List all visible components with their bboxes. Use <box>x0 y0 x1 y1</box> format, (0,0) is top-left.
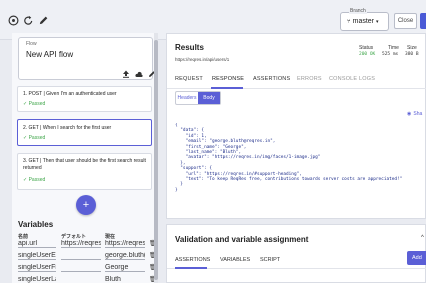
variables-title: Variables <box>18 220 54 229</box>
variable-name[interactable]: api.url <box>18 240 56 248</box>
step-status: ✓ Passed <box>23 177 46 183</box>
variables-header-default: デフォルト <box>61 234 87 240</box>
step-title: 1. POST | Given I'm an authenticated use… <box>23 91 117 97</box>
active-tab-indicator <box>211 87 243 89</box>
step-card-2[interactable]: 2. GET | When I search for the first use… <box>17 119 152 146</box>
edit-icon[interactable] <box>37 14 49 26</box>
eye-icon: ◉ <box>407 111 412 117</box>
headers-body-toggle: Headers Body <box>175 91 221 105</box>
time-value: 525 ms <box>382 52 399 57</box>
branch-value: master <box>352 18 375 25</box>
flow-field-label: Flow <box>26 41 37 47</box>
results-title: Results <box>175 43 204 52</box>
tab-assertions[interactable]: ASSERTIONS <box>253 76 290 82</box>
variable-current[interactable]: George <box>105 264 145 272</box>
validation-title: Validation and variable assignment <box>175 235 309 244</box>
flow-name-value: New API flow <box>26 50 74 59</box>
variables-header-current: 現在 <box>105 234 116 240</box>
tab-request[interactable]: REQUEST <box>175 76 203 82</box>
git-branch-icon: ⑂ <box>347 18 351 25</box>
run-icon[interactable] <box>7 14 19 26</box>
tab-validation-script[interactable]: SCRIPT <box>260 257 280 263</box>
add-step-button[interactable]: + <box>76 195 96 215</box>
left-panel-scroll-thumb[interactable] <box>154 40 158 280</box>
share-button[interactable]: ◉ Sha <box>407 111 422 117</box>
step-card-1[interactable]: 1. POST | Given I'm an authenticated use… <box>17 86 152 112</box>
validation-active-tab-indicator <box>175 267 207 269</box>
results-panel: Results https://reqres.in/api/users/1 St… <box>166 33 426 219</box>
variable-name[interactable]: singleUserLas <box>18 276 56 283</box>
tab-validation-variables[interactable]: VARIABLES <box>220 257 250 263</box>
response-body: { "data": { "id": 1, "email": "george.bl… <box>175 123 403 193</box>
chevron-up-icon[interactable]: ^ <box>421 235 424 241</box>
step-card-3[interactable]: 3. GET | Then that user should be the fi… <box>17 153 152 190</box>
variable-current[interactable]: george.bluth( <box>105 252 145 260</box>
request-url: https://reqres.in/api/users/1 <box>175 57 230 62</box>
variable-name[interactable]: singleUserFirs <box>18 264 56 272</box>
variables-header-name: 名前 <box>18 234 29 240</box>
chevron-down-icon: ▾ <box>376 18 379 25</box>
time-label: Time <box>388 45 399 51</box>
flow-name-field[interactable]: Flow New API flow <box>18 37 155 80</box>
variable-current[interactable]: Bluth <box>105 276 145 283</box>
toggle-headers[interactable]: Headers <box>176 92 198 104</box>
size-value: 380 B <box>405 52 419 57</box>
tab-console-logs[interactable]: CONSOLE LOGS <box>329 76 375 82</box>
share-label: Sha <box>413 111 423 117</box>
variable-name[interactable]: singleUserEma <box>18 252 56 260</box>
status-value: 200 OK <box>359 52 376 57</box>
step-title: 2. GET | When I search for the first use… <box>23 125 112 131</box>
cloud-upload-icon[interactable] <box>135 70 143 78</box>
add-assertion-button[interactable]: Add <box>407 251 426 265</box>
branch-select[interactable]: Branch ⑂ master ▾ <box>340 8 389 31</box>
step-title: 3. GET | Then that user should be the fi… <box>23 158 146 171</box>
validation-panel: Validation and variable assignment ^ ASS… <box>166 224 426 283</box>
branch-label: Branch <box>349 8 367 14</box>
refresh-icon[interactable] <box>22 14 34 26</box>
close-button[interactable]: Close <box>394 13 417 29</box>
toggle-body[interactable]: Body <box>198 92 220 104</box>
tab-errors[interactable]: ERRORS <box>297 76 322 82</box>
tab-divider <box>167 88 426 89</box>
tab-validation-assertions[interactable]: ASSERTIONS <box>175 257 210 263</box>
size-label: Size <box>407 45 417 51</box>
status-label: Status <box>359 45 374 51</box>
variable-default[interactable] <box>61 264 101 272</box>
tab-response[interactable]: RESPONSE <box>212 76 244 82</box>
export-icon[interactable] <box>122 70 130 78</box>
step-status: ✓ Passed <box>23 101 46 107</box>
variable-current[interactable]: https://reqres <box>105 240 145 248</box>
primary-action-button[interactable] <box>420 13 426 29</box>
step-status: ✓ Passed <box>23 135 46 141</box>
variable-default[interactable] <box>61 252 101 260</box>
variable-default[interactable]: https://reqres <box>61 240 101 248</box>
